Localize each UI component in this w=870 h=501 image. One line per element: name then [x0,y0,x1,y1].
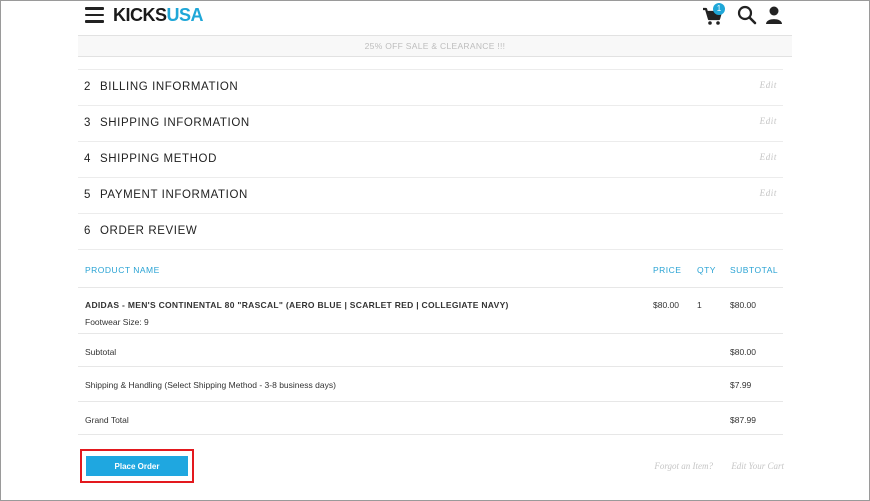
step-order-review: 6 ORDER REVIEW [78,214,783,250]
step-number: 6 [84,225,91,237]
product-qty: 1 [697,300,702,310]
logo-text-usa: USA [166,5,204,25]
cart-links: Forgot an Item? Edit Your Cart [638,461,784,471]
step-number: 5 [84,189,91,201]
edit-link[interactable]: Edit [760,116,777,126]
menu-icon[interactable] [85,7,104,23]
shipping-row: Shipping & Handling (Select Shipping Met… [78,367,783,402]
product-name: ADIDAS - MEN'S CONTINENTAL 80 "RASCAL" (… [85,300,509,310]
table-row: ADIDAS - MEN'S CONTINENTAL 80 "RASCAL" (… [78,288,783,334]
step-shipping-method[interactable]: 4 SHIPPING METHOD Edit [78,142,783,178]
step-label: SHIPPING INFORMATION [100,117,250,129]
cart-icon[interactable]: 1 [702,3,725,26]
step-label: ORDER REVIEW [100,225,198,237]
subtotal-row: Subtotal $80.00 [78,334,783,367]
product-price: $80.00 [653,300,679,310]
checkout-steps: 2 BILLING INFORMATION Edit 3 SHIPPING IN… [78,69,783,250]
product-subtotal: $80.00 [730,300,756,310]
edit-link[interactable]: Edit [760,188,777,198]
shipping-value: $7.99 [730,380,752,390]
step-number: 4 [84,153,91,165]
order-review-table: PRODUCT NAME PRICE QTY SUBTOTAL ADIDAS -… [78,250,783,435]
step-shipping-information[interactable]: 3 SHIPPING INFORMATION Edit [78,106,783,142]
logo-text-kicks: KICKS [113,5,167,25]
place-order-highlight: Place Order [80,449,194,483]
table-header: PRODUCT NAME PRICE QTY SUBTOTAL [78,250,783,288]
header-qty: QTY [697,265,716,275]
step-payment-information[interactable]: 5 PAYMENT INFORMATION Edit [78,178,783,214]
place-order-button[interactable]: Place Order [86,456,188,476]
search-icon[interactable] [736,5,758,25]
promo-banner[interactable]: 25% OFF SALE & CLEARANCE !!! [78,35,792,57]
grand-total-value: $87.99 [730,415,756,425]
shipping-label: Shipping & Handling (Select Shipping Met… [85,380,336,390]
edit-link[interactable]: Edit [760,152,777,162]
step-label: SHIPPING METHOD [100,153,217,165]
grand-total-label: Grand Total [85,415,129,425]
site-header: KICKSUSA 1 [78,0,792,34]
step-number: 2 [84,81,91,93]
edit-cart-link[interactable]: Edit Your Cart [731,461,784,471]
forgot-item-link[interactable]: Forgot an Item? [654,461,713,471]
subtotal-label: Subtotal [85,347,117,357]
step-number: 3 [84,117,91,129]
cart-count-badge: 1 [713,3,725,15]
step-billing-information[interactable]: 2 BILLING INFORMATION Edit [78,70,783,106]
grand-total-row: Grand Total $87.99 [78,402,783,435]
edit-link[interactable]: Edit [760,80,777,90]
step-label: PAYMENT INFORMATION [100,189,248,201]
step-label: BILLING INFORMATION [100,81,239,93]
product-option: Footwear Size: 9 [85,317,149,327]
header-subtotal: SUBTOTAL [730,265,779,275]
user-icon[interactable] [764,5,784,25]
header-price: PRICE [653,265,682,275]
site-logo[interactable]: KICKSUSA [113,5,204,26]
header-product-name: PRODUCT NAME [85,265,160,275]
subtotal-value: $80.00 [730,347,756,357]
